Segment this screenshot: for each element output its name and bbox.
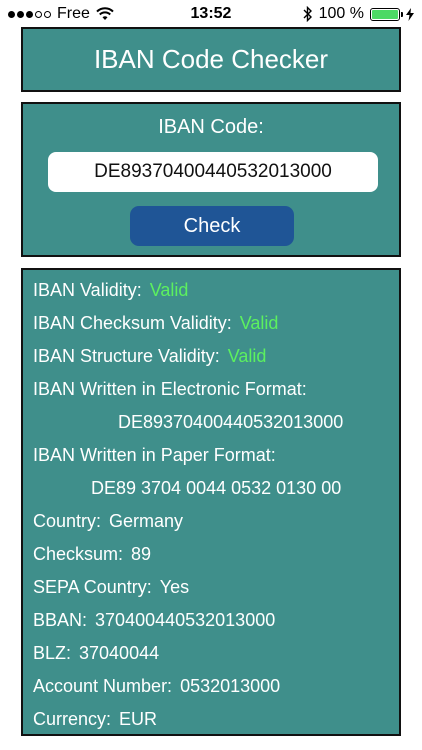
result-paper-format-value: DE89 3704 0044 0532 0130 00 (91, 478, 342, 498)
status-bar: Free 13:52 100 % (0, 0, 422, 28)
result-label: SEPA Country: (33, 577, 152, 597)
battery-cap (401, 11, 403, 17)
result-structure-validity: IBAN Structure Validity: Valid (33, 346, 266, 367)
result-value: Yes (159, 577, 190, 597)
result-blz: BLZ: 37040044 (33, 643, 159, 664)
result-checksum-validity: IBAN Checksum Validity: Valid (33, 313, 278, 334)
result-value: Valid (149, 280, 189, 300)
result-label: Account Number: (33, 676, 173, 696)
check-button[interactable]: Check (130, 206, 294, 246)
result-label: Country: (33, 511, 102, 531)
result-label: IBAN Validity: (33, 280, 142, 300)
result-value: 89 (131, 544, 152, 564)
result-label: IBAN Structure Validity: (33, 346, 220, 366)
result-label: IBAN Checksum Validity: (33, 313, 232, 333)
result-electronic-format-label: IBAN Written in Electronic Format: (33, 379, 307, 399)
result-label: BBAN: (33, 610, 88, 630)
result-account-number: Account Number: 0532013000 (33, 676, 280, 697)
result-paper-format-label: IBAN Written in Paper Format: (33, 445, 276, 465)
result-value: 0532013000 (180, 676, 281, 696)
result-label: Checksum: (33, 544, 124, 564)
result-checksum: Checksum: 89 (33, 544, 151, 565)
result-currency: Currency: EUR (33, 709, 157, 730)
result-value: 370400440532013000 (95, 610, 276, 630)
results-panel: IBAN Validity: Valid IBAN Checksum Validi… (21, 268, 401, 736)
result-label: Currency: (33, 709, 112, 729)
result-iban-validity: IBAN Validity: Valid (33, 280, 188, 301)
result-value: Germany (109, 511, 184, 531)
result-value: EUR (119, 709, 158, 729)
result-value: Valid (227, 346, 267, 366)
result-label: BLZ: (33, 643, 72, 663)
page-title: IBAN Code Checker (93, 44, 329, 74)
header-panel: IBAN Code Checker (21, 27, 401, 92)
result-value: 37040044 (79, 643, 160, 663)
result-electronic-format-value: DE89370400440532013000 (118, 412, 344, 432)
iban-input-label: IBAN Code: (158, 116, 264, 138)
charging-bolt-icon (406, 7, 414, 21)
iban-input[interactable] (48, 152, 378, 192)
input-panel: IBAN Code: Check (21, 102, 401, 257)
result-bban: BBAN: 370400440532013000 (33, 610, 275, 631)
status-right: 100 % (303, 5, 414, 23)
battery-percent: 100 % (318, 5, 364, 22)
bluetooth-icon (303, 6, 312, 22)
result-country: Country: Germany (33, 511, 183, 532)
battery-fill (372, 9, 398, 19)
result-value: Valid (239, 313, 279, 333)
battery-icon (370, 7, 403, 21)
result-sepa-country: SEPA Country: Yes (33, 577, 189, 598)
